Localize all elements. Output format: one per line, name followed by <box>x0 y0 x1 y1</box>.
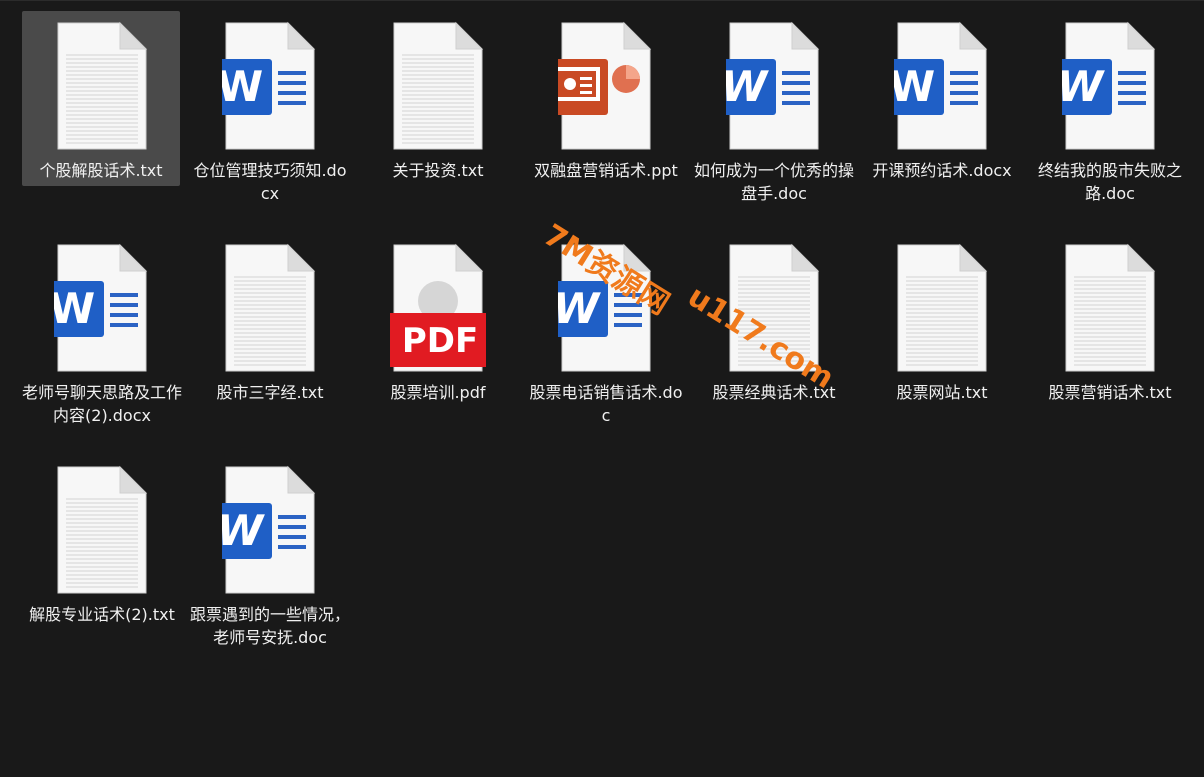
file-name-label: 终结我的股市失败之路.doc <box>1037 161 1182 203</box>
svg-text:W: W <box>726 62 770 111</box>
file-name-label: 跟票遇到的一些情况，老师号安抚.doc <box>190 605 351 647</box>
file-item[interactable]: 关于投资.txt <box>358 11 518 211</box>
svg-text:PDF: PDF <box>402 321 478 361</box>
text-file-icon <box>726 243 822 373</box>
svg-text:W: W <box>558 284 602 333</box>
file-name-label: 关于投资.txt <box>392 161 484 180</box>
file-item[interactable]: 股市三字经.txt <box>190 233 350 433</box>
word-doc-icon: W <box>1062 21 1158 151</box>
svg-text:W: W <box>222 506 266 555</box>
file-item[interactable]: 股票营销话术.txt <box>1030 233 1190 433</box>
word-docx-icon: W <box>54 243 150 373</box>
file-name-label: 开课预约话术.docx <box>872 161 1012 180</box>
file-name-label: 仓位管理技巧须知.docx <box>193 161 347 203</box>
file-item[interactable]: 股票经典话术.txt <box>694 233 854 433</box>
file-name-label: 解股专业话术(2).txt <box>29 605 175 624</box>
file-name-label: 股票经典话术.txt <box>712 383 836 402</box>
word-doc-icon: W <box>558 243 654 373</box>
file-item[interactable]: W 股票电话销售话术.doc <box>526 233 686 433</box>
file-item[interactable]: W 开课预约话术.docx <box>862 11 1022 211</box>
text-file-icon <box>54 465 150 595</box>
file-item[interactable]: 解股专业话术(2).txt <box>22 455 182 655</box>
file-item[interactable]: 双融盘营销话术.ppt <box>526 11 686 211</box>
text-file-icon <box>390 21 486 151</box>
file-item[interactable]: W 跟票遇到的一些情况，老师号安抚.doc <box>190 455 350 655</box>
text-file-icon <box>1062 243 1158 373</box>
file-name-label: 股票网站.txt <box>896 383 988 402</box>
svg-text:W: W <box>222 62 263 111</box>
file-item[interactable]: W 如何成为一个优秀的操盘手.doc <box>694 11 854 211</box>
svg-text:W: W <box>54 284 95 333</box>
file-grid: 个股解股话术.txt W 仓位管理技巧须知.docx 关于投资.txt 双融盘营销话术.… <box>20 11 1200 655</box>
file-name-label: 股票培训.pdf <box>390 383 486 402</box>
word-doc-icon: W <box>726 21 822 151</box>
file-item[interactable]: PDF 股票培训.pdf <box>358 233 518 433</box>
pdf-icon: PDF <box>390 243 486 373</box>
text-file-icon <box>894 243 990 373</box>
file-name-label: 股票电话销售话术.doc <box>529 383 683 425</box>
file-item[interactable]: 股票网站.txt <box>862 233 1022 433</box>
file-name-label: 个股解股话术.txt <box>39 161 163 180</box>
svg-text:W: W <box>1062 62 1106 111</box>
word-doc-icon: W <box>222 465 318 595</box>
file-name-label: 如何成为一个优秀的操盘手.doc <box>694 161 855 203</box>
svg-text:W: W <box>894 62 935 111</box>
file-name-label: 双融盘营销话术.ppt <box>534 161 678 180</box>
text-file-icon <box>54 21 150 151</box>
file-name-label: 股票营销话术.txt <box>1048 383 1172 402</box>
file-item[interactable]: W 终结我的股市失败之路.doc <box>1030 11 1190 211</box>
file-item[interactable]: 个股解股话术.txt <box>22 11 180 186</box>
powerpoint-icon <box>558 21 654 151</box>
word-docx-icon: W <box>222 21 318 151</box>
text-file-icon <box>222 243 318 373</box>
file-item[interactable]: W 仓位管理技巧须知.docx <box>190 11 350 211</box>
word-docx-icon: W <box>894 21 990 151</box>
file-name-label: 老师号聊天思路及工作内容(2).docx <box>22 383 183 425</box>
file-item[interactable]: W 老师号聊天思路及工作内容(2).docx <box>22 233 182 433</box>
file-explorer-pane: 个股解股话术.txt W 仓位管理技巧须知.docx 关于投资.txt 双融盘营销话术.… <box>0 0 1204 777</box>
file-name-label: 股市三字经.txt <box>216 383 324 402</box>
